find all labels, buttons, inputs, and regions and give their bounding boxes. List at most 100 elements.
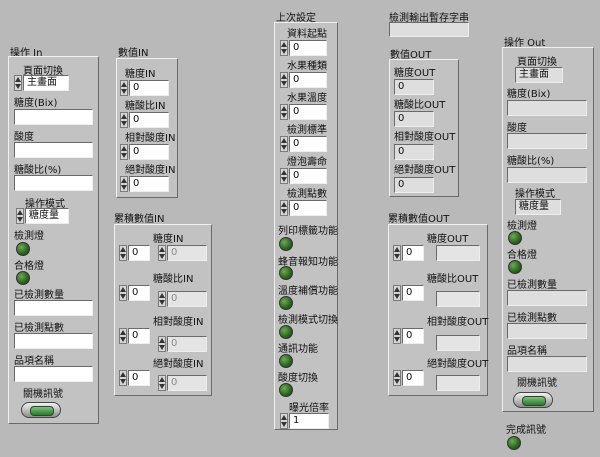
last-settings-toggle-led-2[interactable] <box>279 296 293 310</box>
accum-in-stepper-3[interactable] <box>119 370 127 386</box>
last-settings-cluster: 資料起點 0 水果種類 0 水果溫度 0 檢測標準 0 燈泡壽命 0 檢測點數 … <box>274 22 338 430</box>
op-out-detect-led <box>508 231 522 245</box>
accum-out-stepper-3[interactable] <box>393 370 401 386</box>
values-in-stepper-1[interactable] <box>120 112 128 128</box>
accum-out-input-1[interactable]: 0 <box>402 285 424 301</box>
accum-in-disp-stepper-1 <box>158 291 166 307</box>
values-out-display-2: 0 <box>394 144 434 160</box>
values-in-input-2[interactable]: 0 <box>129 144 169 160</box>
accum-in-disp-stepper-0 <box>158 245 166 261</box>
last-settings-label-4: 燈泡壽命 <box>287 157 327 168</box>
last-settings-input-2[interactable]: 0 <box>289 104 327 120</box>
accum-out-input-0[interactable]: 0 <box>402 245 424 261</box>
spin-up-icon <box>281 138 287 143</box>
last-settings-toggle-led-3[interactable] <box>279 325 293 339</box>
last-settings-stepper-3[interactable] <box>280 136 288 152</box>
op-out-brix-display <box>507 100 587 116</box>
op-in-acid-label: 酸度 <box>14 132 34 143</box>
accum-in-stepper-0[interactable] <box>119 245 127 261</box>
op-in-mode-ring[interactable]: 糖度量 <box>25 208 69 224</box>
last-settings-label-1: 水果種類 <box>287 61 327 72</box>
values-out-label-3: 絕對酸度OUT <box>394 165 456 176</box>
op-in-detect-led[interactable] <box>16 242 30 256</box>
accum-out-input-2[interactable]: 0 <box>402 328 424 344</box>
op-in-detected-qty-input[interactable] <box>14 300 93 316</box>
spin-up-icon <box>159 377 165 382</box>
last-settings-toggle-led-4[interactable] <box>279 354 293 368</box>
last-settings-toggle-led-1[interactable] <box>279 266 293 280</box>
last-settings-stepper-4[interactable] <box>280 168 288 184</box>
last-settings-toggle-label-0: 列印標籤功能 <box>278 226 338 237</box>
last-settings-input-1[interactable]: 0 <box>289 72 327 88</box>
accum-in-input-0[interactable]: 0 <box>128 245 150 261</box>
spin-up-icon <box>15 77 21 82</box>
op-in-mode-stepper[interactable] <box>16 208 24 224</box>
accum-in-input-1[interactable]: 0 <box>128 285 150 301</box>
values-out-cluster: 糖度OUT 0 糖酸比OUT 0 相對酸度OUT 0 絕對酸度OUT 0 <box>389 59 459 197</box>
spin-down-icon <box>120 337 126 342</box>
last-settings-stepper-1[interactable] <box>280 72 288 88</box>
values-in-input-3[interactable]: 0 <box>129 176 169 192</box>
last-settings-stepper-0[interactable] <box>280 40 288 56</box>
values-in-title: 數值IN <box>118 48 149 59</box>
accum-in-stepper-1[interactable] <box>119 285 127 301</box>
spin-down-icon <box>120 294 126 299</box>
last-settings-toggle-label-5: 酸度切換 <box>278 373 318 384</box>
last-settings-exposure-stepper[interactable] <box>280 413 288 429</box>
op-in-ratio-input[interactable] <box>14 175 93 191</box>
op-in-item-name-input[interactable] <box>14 366 93 382</box>
values-in-stepper-2[interactable] <box>120 144 128 160</box>
last-settings-input-0[interactable]: 0 <box>289 40 327 56</box>
spin-down-icon <box>121 185 127 190</box>
accum-in-display-3: 0 <box>167 375 207 391</box>
spin-up-icon <box>121 82 127 87</box>
last-settings-input-5[interactable]: 0 <box>289 200 327 216</box>
accum-out-label-3: 絕對酸度OUT <box>427 359 489 370</box>
last-settings-toggle-led-5[interactable] <box>279 383 293 397</box>
accum-out-input-3[interactable]: 0 <box>402 370 424 386</box>
accum-in-input-2[interactable]: 0 <box>128 328 150 344</box>
spin-up-icon <box>394 287 400 292</box>
spin-up-icon <box>159 338 165 343</box>
accum-out-stepper-0[interactable] <box>393 245 401 261</box>
last-settings-input-4[interactable]: 0 <box>289 168 327 184</box>
op-in-brix-input[interactable] <box>14 109 93 125</box>
values-in-label-2: 相對酸度IN <box>125 133 176 144</box>
last-settings-label-5: 檢測點數 <box>287 189 327 200</box>
last-settings-exposure-label: 曝光倍率 <box>289 403 329 414</box>
op-in-acid-input[interactable] <box>14 142 93 158</box>
spin-down-icon <box>15 84 21 89</box>
values-in-stepper-3[interactable] <box>120 176 128 192</box>
op-out-complete-label: 完成訊號 <box>506 425 546 436</box>
spin-up-icon <box>121 178 127 183</box>
values-in-input-1[interactable]: 0 <box>129 112 169 128</box>
last-settings-toggle-led-0[interactable] <box>279 237 293 251</box>
spin-down-icon <box>121 153 127 158</box>
spin-down-icon <box>159 345 165 350</box>
op-in-brix-label: 糖度(Bix) <box>14 98 58 109</box>
op-in-page-switch-ring[interactable]: 主畫面 <box>23 75 69 91</box>
spin-down-icon <box>281 209 287 214</box>
toggle-lamp-icon <box>522 396 546 406</box>
values-in-input-0[interactable]: 0 <box>129 80 169 96</box>
spin-down-icon <box>120 379 126 384</box>
spin-down-icon <box>121 89 127 94</box>
last-settings-stepper-5[interactable] <box>280 200 288 216</box>
op-in-ratio-label: 糖酸比(%) <box>14 165 62 176</box>
op-out-pass-lamp-label: 合格燈 <box>507 250 537 261</box>
op-in-detected-points-input[interactable] <box>14 333 93 349</box>
accum-out-stepper-1[interactable] <box>393 285 401 301</box>
op-in-pass-led[interactable] <box>16 271 30 285</box>
last-settings-input-3[interactable]: 0 <box>289 136 327 152</box>
values-in-stepper-0[interactable] <box>120 80 128 96</box>
accum-out-display-1 <box>436 291 480 307</box>
last-settings-exposure-input[interactable]: 1 <box>289 413 329 429</box>
accum-out-stepper-2[interactable] <box>393 328 401 344</box>
last-settings-toggle-label-3: 檢測模式切換 <box>278 315 338 326</box>
accum-in-stepper-2[interactable] <box>119 328 127 344</box>
op-in-page-switch-stepper[interactable] <box>14 75 22 91</box>
accum-in-input-3[interactable]: 0 <box>128 370 150 386</box>
op-in-shutdown-toggle[interactable] <box>21 402 61 418</box>
last-settings-stepper-2[interactable] <box>280 104 288 120</box>
last-settings-label-3: 檢測標準 <box>287 125 327 136</box>
